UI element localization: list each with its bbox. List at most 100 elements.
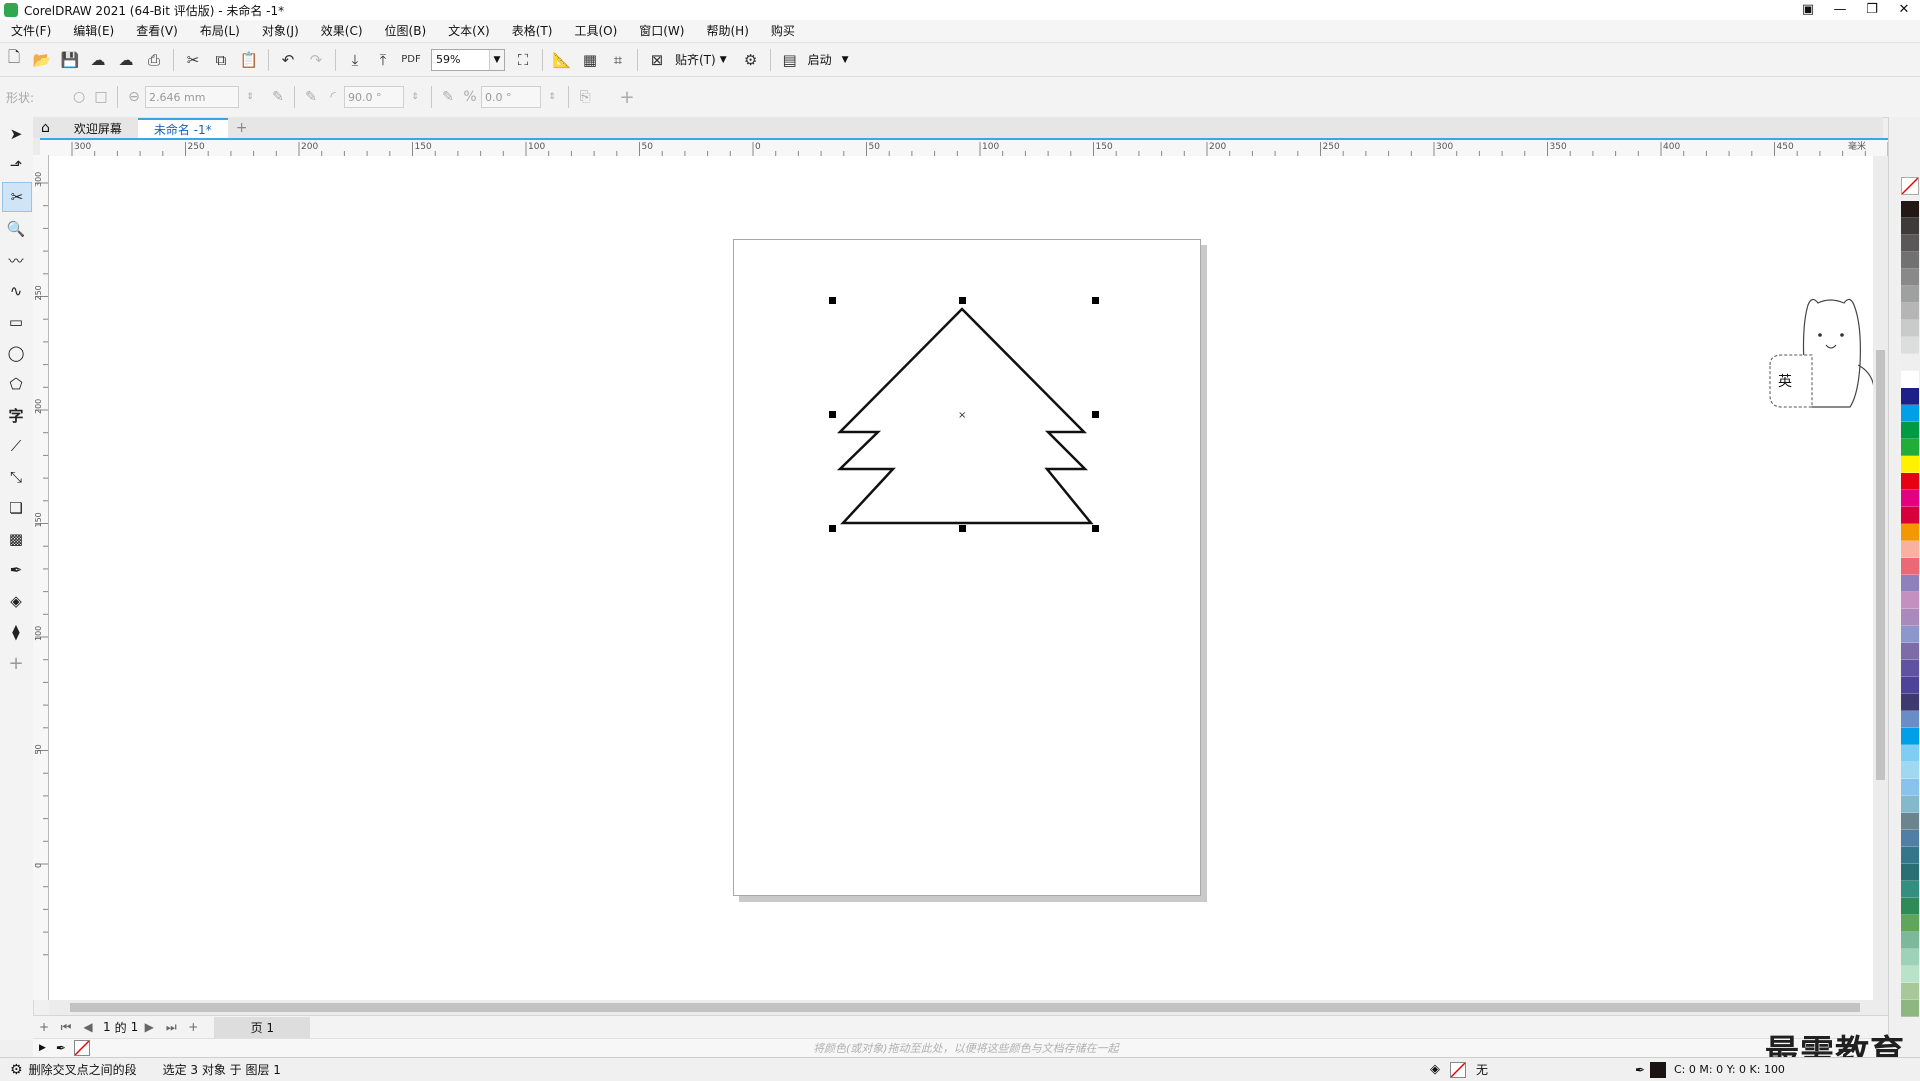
snap-off-icon[interactable]: ⊠: [645, 48, 669, 72]
color-swatch[interactable]: [1901, 779, 1919, 796]
zoom-tool-icon[interactable]: 🔍: [2, 215, 30, 243]
color-swatch[interactable]: [1901, 337, 1919, 354]
color-swatch[interactable]: [1901, 864, 1919, 881]
menu-help[interactable]: 帮助(H): [695, 20, 759, 42]
export-icon[interactable]: ⤒: [371, 48, 395, 72]
color-swatch[interactable]: [1901, 745, 1919, 762]
paste-icon[interactable]: 📋: [237, 48, 261, 72]
expand-arrow-icon[interactable]: ▶: [39, 1043, 46, 1053]
menu-edit[interactable]: 编辑(E): [62, 20, 125, 42]
smart-fill-icon[interactable]: ⧫: [2, 618, 30, 646]
redo-icon[interactable]: ↷: [304, 48, 328, 72]
pen-nib-icon[interactable]: ✎: [300, 89, 322, 105]
save-icon[interactable]: 💾: [58, 48, 82, 72]
spinner-icon[interactable]: ⇕: [541, 92, 563, 102]
add-icon[interactable]: +: [616, 87, 638, 108]
export-pdf-icon[interactable]: PDF: [399, 48, 423, 72]
document-no-color-swatch[interactable]: [73, 1040, 90, 1056]
minimize-button[interactable]: —: [1824, 0, 1856, 20]
tab-document[interactable]: 未命名 -1*: [137, 118, 228, 138]
color-swatch[interactable]: [1901, 303, 1919, 320]
copy-icon[interactable]: ⧉: [209, 48, 233, 72]
color-swatch[interactable]: [1901, 371, 1919, 388]
color-swatch[interactable]: [1901, 507, 1919, 524]
open-folder-icon[interactable]: 📂: [30, 48, 54, 72]
color-swatch[interactable]: [1901, 252, 1919, 269]
color-swatch[interactable]: [1901, 796, 1919, 813]
pen-nib-icon[interactable]: ✎: [437, 89, 459, 105]
artistic-media-icon[interactable]: ∿: [2, 277, 30, 305]
color-swatch[interactable]: [1901, 201, 1919, 218]
new-tab-icon[interactable]: +: [228, 118, 256, 138]
color-swatch[interactable]: [1901, 915, 1919, 932]
tab-welcome-screen[interactable]: 欢迎屏幕: [58, 118, 138, 138]
rulers-icon[interactable]: 📐: [550, 48, 574, 72]
copy-properties-icon[interactable]: ⎘: [574, 89, 596, 105]
snap-to-button[interactable]: 贴齐(T): [675, 51, 716, 68]
prev-page-icon[interactable]: ◀: [77, 1020, 99, 1034]
home-icon[interactable]: ⌂: [33, 118, 58, 138]
document-page[interactable]: [733, 239, 1201, 896]
transparency-tool-icon[interactable]: ▩: [2, 525, 30, 553]
add-page-after-icon[interactable]: +: [182, 1020, 204, 1034]
import-icon[interactable]: ⤓: [343, 48, 367, 72]
outline-pen-icon[interactable]: ✒: [1635, 1063, 1645, 1077]
launch-app-icon[interactable]: ▤: [778, 48, 802, 72]
color-swatch[interactable]: [1901, 354, 1919, 371]
add-tool-icon[interactable]: +: [2, 649, 30, 677]
pen-nib-icon[interactable]: ✎: [267, 89, 289, 105]
page-tab[interactable]: 页 1: [214, 1016, 311, 1038]
menu-file[interactable]: 文件(F): [0, 20, 62, 42]
options-gear-icon[interactable]: ⚙: [739, 48, 763, 72]
connector-tool-icon[interactable]: ⤡: [2, 463, 30, 491]
horizontal-scroll-thumb[interactable]: [70, 1003, 1860, 1012]
color-swatch[interactable]: [1901, 830, 1919, 847]
chevron-down-icon[interactable]: ▼: [720, 55, 727, 65]
rectangle-tool-icon[interactable]: ▭: [2, 308, 30, 336]
color-swatch[interactable]: [1901, 524, 1919, 541]
next-page-icon[interactable]: ▶: [138, 1020, 160, 1034]
parallel-dimension-icon[interactable]: ⟋: [2, 432, 30, 460]
grid-icon[interactable]: ▦: [578, 48, 602, 72]
menu-effects[interactable]: 效果(C): [310, 20, 374, 42]
menu-window[interactable]: 窗口(W): [628, 20, 695, 42]
pick-tool-icon[interactable]: ➤: [2, 120, 30, 148]
cloud-download-icon[interactable]: ☁: [86, 48, 110, 72]
menu-object[interactable]: 对象(J): [251, 20, 310, 42]
color-swatch[interactable]: [1901, 643, 1919, 660]
first-page-icon[interactable]: ⏮: [55, 1020, 77, 1035]
color-swatch[interactable]: [1901, 609, 1919, 626]
color-swatch[interactable]: [1901, 541, 1919, 558]
fill-swatch[interactable]: [1450, 1062, 1466, 1078]
color-swatch[interactable]: [1901, 694, 1919, 711]
ime-cat-widget[interactable]: [1762, 295, 1884, 415]
interactive-fill-icon[interactable]: ◈: [2, 587, 30, 615]
launch-button[interactable]: 启动: [808, 51, 832, 68]
color-swatch[interactable]: [1901, 473, 1919, 490]
cloud-upload-icon[interactable]: ☁: [114, 48, 138, 72]
menu-buy[interactable]: 购买: [760, 20, 806, 42]
eyedropper-icon[interactable]: ✒: [56, 1041, 66, 1055]
last-page-icon[interactable]: ⏭: [160, 1020, 182, 1035]
color-swatch[interactable]: [1901, 711, 1919, 728]
cut-icon[interactable]: ✂: [181, 48, 205, 72]
menu-layout[interactable]: 布局(L): [189, 20, 251, 42]
color-swatch[interactable]: [1901, 813, 1919, 830]
freehand-tool-icon[interactable]: 〰: [2, 246, 30, 274]
menu-bitmaps[interactable]: 位图(B): [374, 20, 438, 42]
color-swatch[interactable]: [1901, 388, 1919, 405]
color-swatch[interactable]: [1901, 218, 1919, 235]
full-screen-icon[interactable]: ⛶: [511, 48, 535, 72]
virtual-segment-delete-icon[interactable]: ✂: [2, 182, 32, 212]
color-swatch[interactable]: [1901, 490, 1919, 507]
menu-table[interactable]: 表格(T): [501, 20, 564, 42]
color-swatch[interactable]: [1901, 932, 1919, 949]
color-swatch[interactable]: [1901, 422, 1919, 439]
undo-icon[interactable]: ↶: [276, 48, 300, 72]
color-swatch[interactable]: [1901, 847, 1919, 864]
color-swatch[interactable]: [1901, 983, 1919, 1000]
color-swatch[interactable]: [1901, 439, 1919, 456]
restore-layout-icon[interactable]: ▣: [1792, 0, 1824, 20]
color-swatch[interactable]: [1901, 677, 1919, 694]
chevron-down-icon[interactable]: ▼: [489, 49, 504, 70]
